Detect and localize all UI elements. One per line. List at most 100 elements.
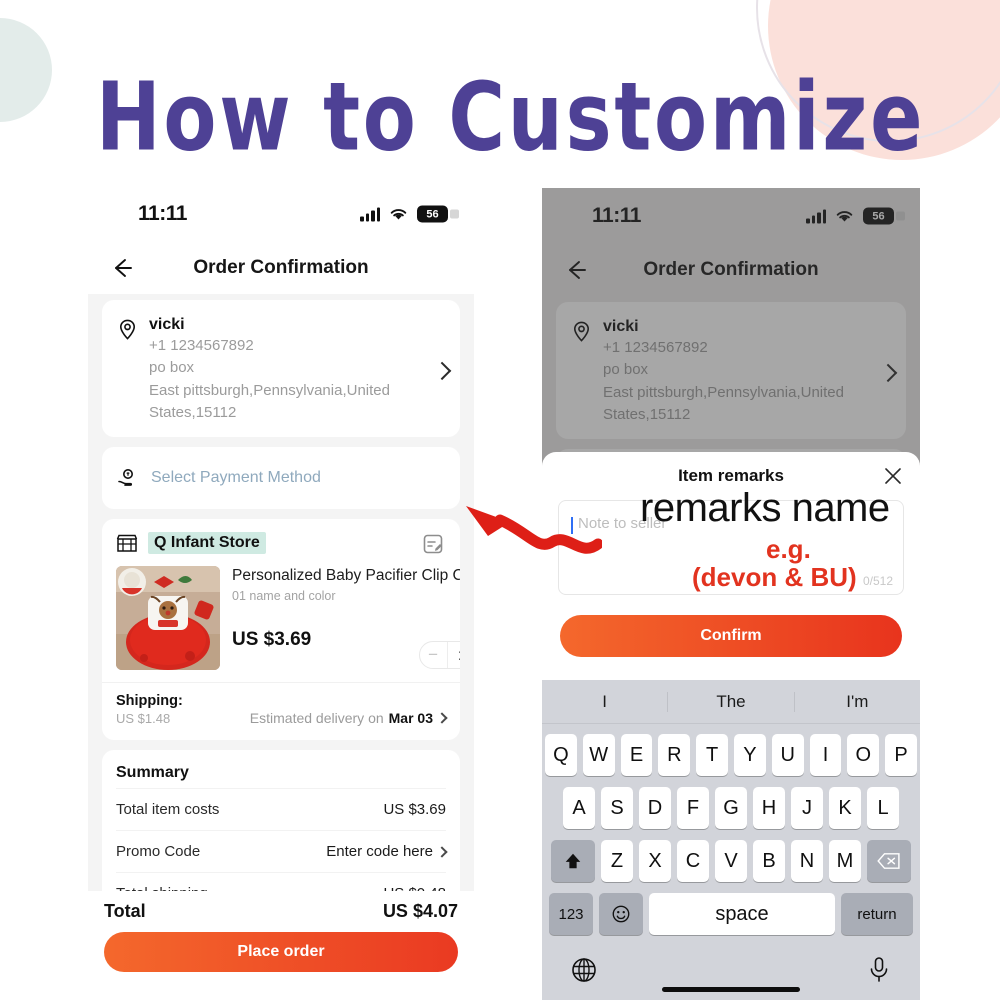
key-v[interactable]: V	[715, 840, 747, 882]
key-l[interactable]: L	[867, 787, 899, 829]
delivery-estimate-date: Mar 03	[388, 710, 433, 727]
payment-hand-coin-icon	[118, 469, 133, 487]
wifi-icon	[836, 211, 853, 222]
key-k[interactable]: K	[829, 787, 861, 829]
shift-arrow-icon[interactable]	[551, 840, 595, 882]
key-c[interactable]: C	[677, 840, 709, 882]
chevron-right-icon[interactable]	[436, 712, 448, 724]
key-a[interactable]: A	[563, 787, 595, 829]
keyboard-bottom-bar	[542, 946, 920, 992]
page-heading: Order Confirmation	[193, 257, 369, 278]
shipping-label: Shipping:	[116, 693, 183, 710]
return-key[interactable]: return	[841, 893, 913, 935]
status-bar: 11:11 56	[88, 186, 474, 242]
status-time: 11:11	[592, 204, 641, 227]
chevron-right-icon[interactable]	[432, 361, 452, 380]
address-card[interactable]: vicki +1 1234567892 po box East pittsbur…	[102, 300, 460, 438]
key-e[interactable]: E	[620, 734, 653, 776]
quantity-value: 1	[446, 642, 460, 669]
arrow-left-icon[interactable]	[110, 255, 136, 281]
status-icons: 56	[360, 205, 459, 223]
battery-icon: 56	[417, 205, 459, 223]
footer-total-row: Total US $4.07	[104, 901, 458, 922]
quantity-stepper[interactable]: − 1 +	[418, 641, 460, 670]
close-x-icon[interactable]	[884, 467, 902, 485]
key-r[interactable]: R	[658, 734, 691, 776]
prediction-3[interactable]: I'm	[793, 691, 920, 712]
store-row[interactable]: Q Infant Store	[102, 519, 460, 562]
key-d[interactable]: D	[639, 787, 671, 829]
onscreen-keyboard: I The I'm Q W E R T Y U I O P A S D F G …	[542, 680, 920, 1000]
chevron-right-icon	[878, 363, 898, 382]
summary-value: Enter code here	[326, 843, 433, 861]
status-time: 11:11	[138, 202, 187, 225]
key-f[interactable]: F	[677, 787, 709, 829]
key-b[interactable]: B	[753, 840, 785, 882]
keyboard-row-1: Q W E R T Y U I O P	[545, 734, 917, 776]
confirm-button[interactable]: Confirm	[560, 615, 902, 657]
address-name: vicki	[603, 318, 639, 335]
chevron-right-icon[interactable]	[436, 846, 448, 858]
keyboard-row-3: Z X C V B N M	[545, 840, 917, 882]
microphone-icon[interactable]	[866, 955, 892, 985]
annotation-eg-label: e.g.	[766, 534, 811, 564]
phone-right-item-remarks: 11:11 56 Order Confirmation vicki +1 123…	[542, 188, 920, 1000]
prediction-1[interactable]: I	[542, 692, 667, 712]
globe-icon[interactable]	[570, 956, 598, 984]
key-m[interactable]: M	[829, 840, 861, 882]
shipping-row[interactable]: Shipping: US $1.48 Estimated delivery on…	[102, 682, 460, 740]
key-p[interactable]: P	[885, 734, 917, 776]
address-line1: po box	[603, 361, 649, 379]
store-product-card: Q Infant Store Personalized Baby Pacifie…	[102, 519, 460, 741]
phone-left-order-confirmation: 11:11 56 Order Confirmation vicki +1 123…	[88, 186, 474, 986]
summary-row-item-costs: Total item costs US $3.69	[116, 788, 446, 830]
address-phone: +1 1234567892	[603, 339, 708, 356]
key-u[interactable]: U	[771, 734, 804, 776]
arrow-left-icon[interactable]	[564, 257, 590, 283]
summary-row-promo-code[interactable]: Promo Code Enter code here	[116, 830, 448, 872]
keyboard-row-2: A S D F G H J K L	[545, 787, 917, 829]
key-w[interactable]: W	[582, 734, 615, 776]
key-s[interactable]: S	[601, 787, 633, 829]
key-y[interactable]: Y	[734, 734, 766, 776]
backspace-icon[interactable]	[867, 840, 911, 882]
product-variant: 01 name and color	[232, 588, 336, 603]
key-j[interactable]: J	[791, 787, 823, 829]
product-row[interactable]: Personalized Baby Pacifier Clip Custo… 0…	[102, 562, 460, 676]
summary-value: US $3.69	[383, 801, 446, 819]
annotation-remarks-name: remarks name	[640, 486, 890, 530]
key-h[interactable]: H	[753, 787, 785, 829]
product-title: Personalized Baby Pacifier Clip Custo…	[232, 567, 460, 585]
prediction-bar: I The I'm	[542, 680, 920, 724]
space-key[interactable]: space	[649, 893, 835, 935]
address-card: vicki +1 1234567892 po box East pittsbur…	[556, 302, 906, 440]
total-value: US $4.07	[382, 901, 458, 921]
promo-code-entry[interactable]: Enter code here	[326, 843, 448, 861]
numeric-key[interactable]: 123	[549, 893, 593, 935]
prediction-2[interactable]: The	[667, 691, 793, 712]
address-line2: East pittsburgh,Pennsylvania,United	[149, 381, 390, 399]
key-o[interactable]: O	[847, 734, 880, 776]
decor-mint-circle	[0, 18, 52, 122]
key-q[interactable]: Q	[545, 734, 577, 776]
place-order-button[interactable]: Place order	[104, 932, 458, 972]
order-screen-body: vicki +1 1234567892 po box East pittsbur…	[88, 294, 474, 965]
quantity-decrease-button[interactable]: −	[420, 642, 447, 668]
delivery-estimate[interactable]: Estimated delivery on Mar 03	[250, 710, 448, 727]
battery-icon: 56	[863, 207, 905, 225]
summary-title: Summary	[116, 764, 189, 782]
key-x[interactable]: X	[639, 840, 671, 882]
signal-bars-icon	[806, 209, 826, 224]
note-edit-icon[interactable]	[422, 533, 444, 555]
store-icon	[116, 534, 138, 552]
key-t[interactable]: T	[696, 734, 728, 776]
payment-method-card[interactable]: Select Payment Method	[102, 447, 460, 510]
emoji-smiley-icon[interactable]	[599, 893, 643, 935]
key-i[interactable]: I	[809, 734, 842, 776]
key-n[interactable]: N	[791, 840, 823, 882]
keyboard-row-4: 123 space return	[545, 893, 917, 935]
key-g[interactable]: G	[715, 787, 747, 829]
keyboard-rows: Q W E R T Y U I O P A S D F G H J K L Z …	[542, 724, 920, 935]
key-z[interactable]: Z	[601, 840, 633, 882]
address-name: vicki	[149, 316, 185, 333]
